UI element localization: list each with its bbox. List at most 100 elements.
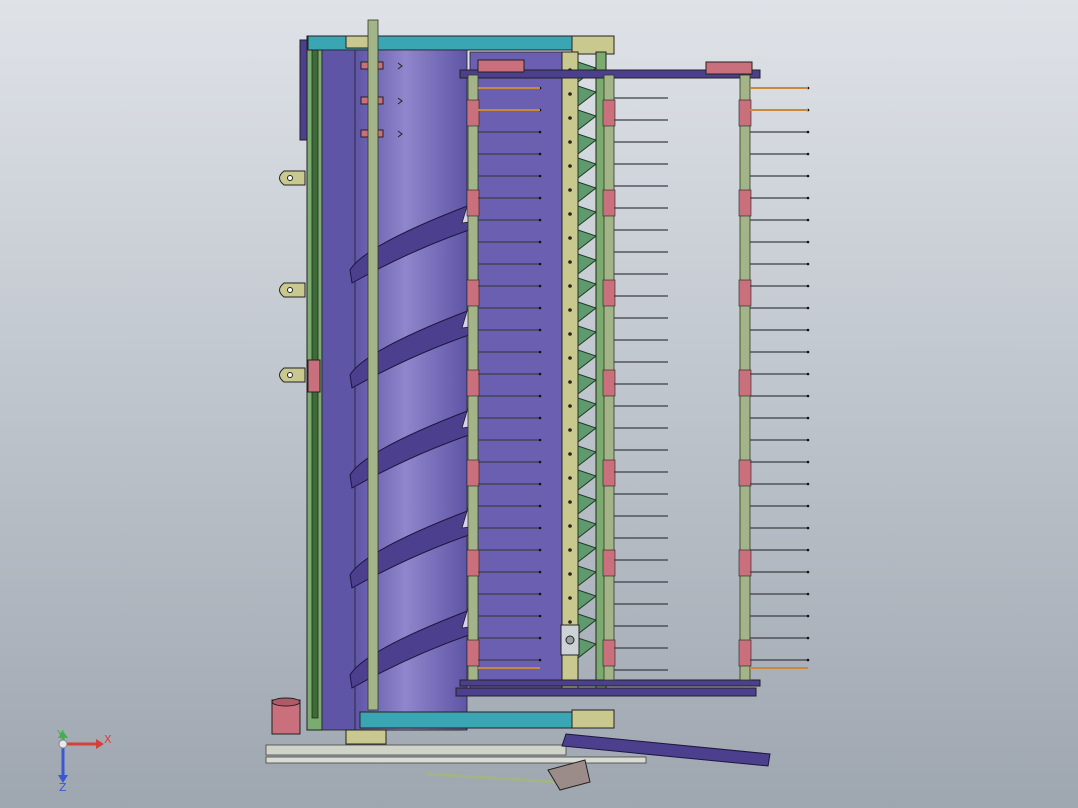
mount-ear-hole-2 bbox=[287, 372, 293, 378]
knife-rivet bbox=[568, 212, 572, 216]
knife-rivet bbox=[568, 140, 572, 144]
knife-rivet bbox=[568, 92, 572, 96]
knife-rivet bbox=[568, 500, 572, 504]
tine-tip bbox=[538, 350, 542, 354]
knife-rivet bbox=[568, 308, 572, 312]
reel-bat-sleeve-2 bbox=[738, 369, 752, 397]
gearbox-hub bbox=[565, 635, 575, 645]
tine-tip bbox=[538, 196, 542, 200]
triad-origin bbox=[58, 739, 68, 749]
knife-rivet bbox=[568, 596, 572, 600]
tine-tip bbox=[538, 306, 542, 310]
reel-bottom-bar bbox=[459, 679, 761, 687]
z-axis-label: Z bbox=[59, 781, 67, 794]
tine-tip bbox=[806, 262, 810, 266]
reel-bat-sleeve-0 bbox=[466, 459, 480, 487]
tine-tip bbox=[538, 570, 542, 574]
reel-bat-sleeve-2 bbox=[738, 99, 752, 127]
reel-bat-sleeve-0 bbox=[466, 369, 480, 397]
tine-tip bbox=[806, 548, 810, 552]
tine-tip bbox=[538, 416, 542, 420]
reel-bat-sleeve-1 bbox=[602, 459, 616, 487]
knife-rivet bbox=[568, 332, 572, 336]
bottom-rail-1 bbox=[265, 744, 567, 756]
tine-tip bbox=[538, 636, 542, 640]
tine-tip bbox=[806, 526, 810, 530]
knife-rivet bbox=[568, 404, 572, 408]
tine-tip bbox=[806, 372, 810, 376]
knife-rivet bbox=[568, 620, 572, 624]
reel-bat-sleeve-2 bbox=[738, 639, 752, 667]
tine-tip bbox=[538, 658, 542, 662]
header-assembly-drawing: X Y Z bbox=[0, 0, 1078, 808]
tine-tip bbox=[538, 592, 542, 596]
reel-bat-sleeve-2 bbox=[738, 459, 752, 487]
tine-tip bbox=[538, 372, 542, 376]
reel-bat-sleeve-0 bbox=[466, 639, 480, 667]
knife-rivet bbox=[568, 572, 572, 576]
tine-tip bbox=[806, 636, 810, 640]
tine-tip bbox=[806, 658, 810, 662]
tine-tip bbox=[538, 218, 542, 222]
mount-ear-hole-0 bbox=[287, 175, 293, 181]
reel-bat-sleeve-1 bbox=[602, 279, 616, 307]
tine-tip bbox=[806, 394, 810, 398]
tine-tip bbox=[806, 460, 810, 464]
bottom-right-bracket bbox=[571, 709, 615, 729]
knife-rivet bbox=[568, 476, 572, 480]
tine-tip bbox=[538, 504, 542, 508]
tine-tip bbox=[538, 438, 542, 442]
knife-rivet bbox=[568, 524, 572, 528]
tine-tip bbox=[538, 548, 542, 552]
cad-viewport[interactable]: X Y Z bbox=[0, 0, 1078, 808]
tine-tip bbox=[806, 350, 810, 354]
reel-bat-sleeve-2 bbox=[738, 549, 752, 577]
tine-tip bbox=[806, 218, 810, 222]
tine-tip bbox=[806, 570, 810, 574]
mount-ear-hole-1 bbox=[287, 287, 293, 293]
reel-bat-sleeve-2 bbox=[738, 279, 752, 307]
tine-tip bbox=[806, 130, 810, 134]
knife-rivet bbox=[568, 164, 572, 168]
top-right-bracket bbox=[571, 35, 615, 55]
reel-bat-sleeve-1 bbox=[602, 369, 616, 397]
reel-bat-sleeve-1 bbox=[602, 549, 616, 577]
knife-rivet bbox=[568, 188, 572, 192]
knife-rivet bbox=[568, 236, 572, 240]
bottom-rail-2 bbox=[265, 756, 647, 764]
tine-tip bbox=[806, 504, 810, 508]
tine-tip bbox=[806, 196, 810, 200]
knife-rivet bbox=[568, 452, 572, 456]
reel-bat-sleeve-0 bbox=[466, 549, 480, 577]
reel-top-block-left bbox=[477, 59, 525, 73]
tine-tip bbox=[806, 328, 810, 332]
knife-rivet bbox=[568, 284, 572, 288]
knife-rivet bbox=[568, 428, 572, 432]
tine-tip bbox=[806, 174, 810, 178]
reel-bat-sleeve-2 bbox=[738, 189, 752, 217]
tine-tip bbox=[806, 438, 810, 442]
knife-rivet bbox=[568, 260, 572, 264]
side-pad bbox=[307, 359, 321, 393]
bottom-left-bracket bbox=[345, 729, 387, 745]
tine-tip bbox=[806, 152, 810, 156]
outlet-pipe-rim bbox=[271, 697, 301, 707]
tine-tip bbox=[538, 394, 542, 398]
tine-tip bbox=[806, 592, 810, 596]
reel-bat-sleeve-1 bbox=[602, 99, 616, 127]
tine-tip bbox=[538, 130, 542, 134]
tine-tip bbox=[806, 284, 810, 288]
tine-tip bbox=[538, 152, 542, 156]
knife-rivet bbox=[568, 548, 572, 552]
tine-tip bbox=[538, 240, 542, 244]
tine-tip bbox=[538, 526, 542, 530]
tine-tip bbox=[538, 174, 542, 178]
tine-tip bbox=[538, 482, 542, 486]
cutter-bed-plate bbox=[469, 51, 571, 693]
knife-rivet bbox=[568, 356, 572, 360]
reel-bat-sleeve-0 bbox=[466, 189, 480, 217]
lower-reel-bar bbox=[455, 687, 757, 697]
tine-tip bbox=[538, 262, 542, 266]
tine-tip bbox=[538, 460, 542, 464]
tine-tip bbox=[806, 614, 810, 618]
